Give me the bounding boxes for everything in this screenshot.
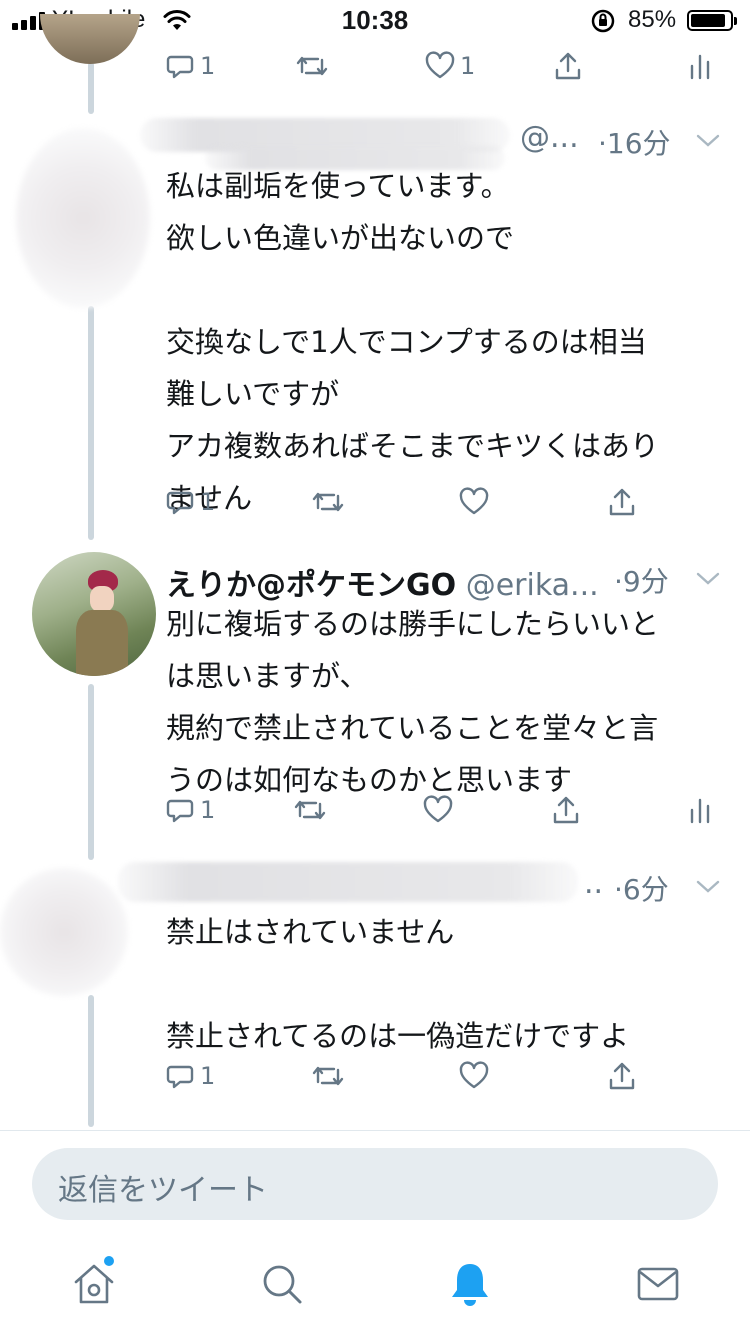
retweet-icon <box>312 492 344 512</box>
messages-icon[interactable] <box>634 1260 682 1308</box>
reply-button[interactable]: 1 <box>164 482 215 522</box>
tweet-time: ·16分 <box>598 127 671 160</box>
heart-icon <box>459 487 489 515</box>
share-button[interactable] <box>552 46 584 86</box>
tweet-header: えりか@ポケモンGO @erika... <box>166 560 599 603</box>
heart-icon <box>459 1061 489 1089</box>
avatar[interactable] <box>40 14 140 64</box>
share-icon <box>553 796 579 824</box>
user-handle[interactable]: .. <box>584 866 603 901</box>
avatar[interactable] <box>32 552 156 676</box>
avatar[interactable] <box>0 868 128 996</box>
reply-button[interactable]: 1 <box>164 790 215 830</box>
tweet-header: .. <box>584 866 603 906</box>
like-count: 1 <box>460 52 476 80</box>
analytics-button[interactable] <box>686 46 714 86</box>
retweet-button[interactable] <box>310 482 346 522</box>
reply-count: 1 <box>200 796 216 824</box>
reply-button[interactable]: 1 <box>164 1056 215 1096</box>
search-icon[interactable] <box>258 1260 306 1308</box>
home-icon[interactable] <box>70 1260 118 1308</box>
share-button[interactable] <box>606 1056 638 1096</box>
like-button[interactable] <box>458 1056 490 1096</box>
battery-icon <box>687 10 737 31</box>
retweet-button[interactable] <box>310 1056 346 1096</box>
tweet-text: 別に複垢するのは勝手にしたらいいと は思いますが、 規約で禁止されていることを堂… <box>166 607 660 797</box>
reply-button[interactable]: 1 <box>164 46 215 86</box>
divider <box>0 1130 750 1131</box>
retweet-icon <box>296 56 328 76</box>
tweet-header: @... <box>520 120 579 160</box>
like-button[interactable]: 1 <box>424 46 475 86</box>
chevron-down-icon[interactable] <box>694 568 722 588</box>
tweet-text: 私は副垢を使っています。 欲しい色違いが出ないので 交換なしで1人でコンプするの… <box>166 169 660 515</box>
analytics-icon <box>690 798 710 824</box>
redacted-name <box>118 862 578 902</box>
retweet-button[interactable] <box>294 46 330 86</box>
share-button[interactable] <box>550 790 582 830</box>
thread-line <box>88 995 94 1127</box>
share-icon <box>609 488 635 516</box>
tweet-time: ·9分 <box>614 565 669 598</box>
retweet-button[interactable] <box>292 790 328 830</box>
tweet-time: ·6分 <box>614 873 669 906</box>
notifications-icon[interactable] <box>446 1260 494 1308</box>
reply-count: 1 <box>200 52 216 80</box>
rotation-lock-icon <box>591 9 615 33</box>
reply-input[interactable]: 返信をツイート <box>32 1148 718 1220</box>
thread-line <box>88 684 94 860</box>
thread-line <box>88 62 94 114</box>
tweet-text: 禁止はされていません 禁止されてるのは一偽造だけですよ <box>166 915 630 1053</box>
retweet-icon <box>312 1066 344 1086</box>
like-button[interactable] <box>422 790 454 830</box>
heart-icon <box>425 51 455 79</box>
avatar[interactable] <box>16 128 150 308</box>
like-button[interactable] <box>458 482 490 522</box>
reply-icon <box>166 799 194 823</box>
share-button[interactable] <box>606 482 638 522</box>
reply-placeholder: 返信をツイート <box>58 1173 268 1208</box>
analytics-button[interactable] <box>686 790 714 830</box>
reply-icon <box>166 55 194 79</box>
share-icon <box>555 52 581 80</box>
battery-percent: 85% <box>628 6 677 33</box>
thread-line <box>88 306 94 540</box>
chevron-down-icon[interactable] <box>694 130 722 150</box>
reply-count: 1 <box>200 488 216 516</box>
user-handle[interactable]: @... <box>520 120 579 155</box>
share-icon <box>609 1062 635 1090</box>
reply-icon <box>166 491 194 515</box>
new-indicator-dot <box>104 1256 114 1266</box>
reply-icon <box>166 1065 194 1089</box>
reply-count: 1 <box>200 1062 216 1090</box>
analytics-icon <box>690 54 710 80</box>
retweet-icon <box>294 800 326 820</box>
heart-icon <box>423 795 453 823</box>
chevron-down-icon[interactable] <box>694 876 722 896</box>
